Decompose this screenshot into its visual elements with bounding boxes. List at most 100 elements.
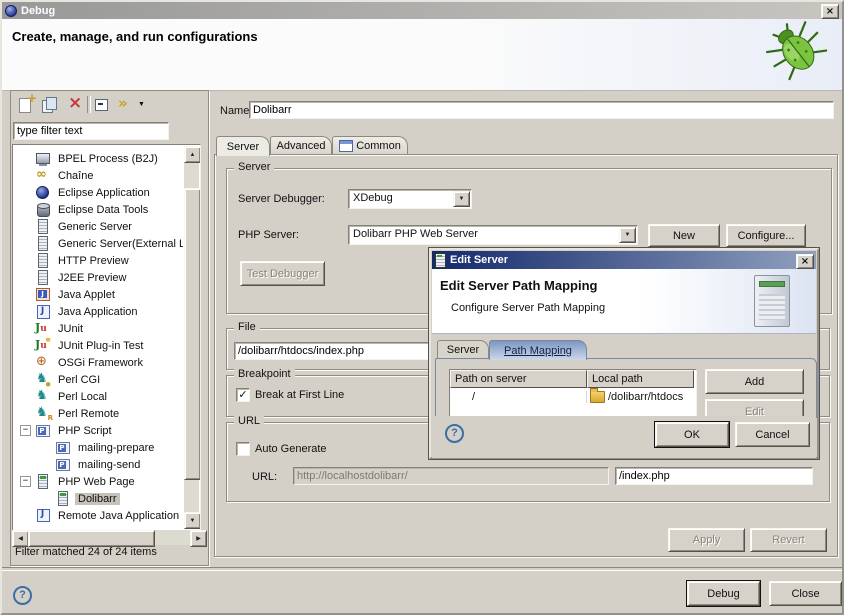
close-icon[interactable]: ×	[821, 4, 839, 19]
chevron-down-icon[interactable]: ▼	[619, 227, 636, 243]
toolbar-separator	[87, 96, 91, 113]
delete-launch-config-icon[interactable]	[64, 96, 84, 114]
collapse-all-icon[interactable]	[92, 96, 112, 114]
eclipse-icon	[35, 185, 51, 200]
url-path-input[interactable]	[615, 467, 813, 485]
dialog-help-icon[interactable]: ?	[445, 424, 464, 443]
path-on-server-cell: /	[450, 391, 587, 403]
dialog-subheading: Configure Server Path Mapping	[451, 302, 605, 314]
server-debugger-select[interactable]: XDebug ▼	[348, 189, 472, 209]
tree-item[interactable]: JUnit	[13, 320, 183, 337]
perl-cgi-icon	[35, 372, 51, 387]
scroll-up-icon[interactable]: ▲	[184, 146, 201, 163]
tree-item[interactable]: J2EE Preview	[13, 269, 183, 286]
tree-item-label: Java Application	[55, 306, 141, 318]
name-label: Name:	[220, 105, 252, 117]
tree-expander-icon[interactable]: −	[20, 476, 31, 487]
help-icon[interactable]: ?	[13, 586, 32, 605]
tree-item[interactable]: Perl Local	[13, 388, 183, 405]
tree-item[interactable]: Java Application	[13, 303, 183, 320]
debug-button[interactable]: Debug	[687, 581, 760, 606]
close-button[interactable]: Close	[769, 581, 842, 606]
menu-caret-icon[interactable]	[135, 96, 155, 114]
tree-item[interactable]: mailing-prepare	[13, 439, 183, 456]
scroll-thumb[interactable]	[184, 188, 201, 480]
url-base-input	[293, 467, 609, 485]
page-title: Create, manage, and run configurations	[12, 29, 258, 44]
revert-button[interactable]: Revert	[750, 528, 827, 552]
dialog-tab-path-mapping[interactable]: Path Mapping	[489, 340, 587, 360]
tree-item[interactable]: Dolibarr	[13, 490, 183, 507]
filter-input[interactable]	[13, 122, 169, 140]
tree-item[interactable]: Chaîne	[13, 167, 183, 184]
mapping-table-header: Path on server Local path	[450, 370, 696, 388]
tree-item-label: OSGi Framework	[55, 357, 146, 369]
mapping-table-body: / /dolibarr/htdocs	[450, 388, 696, 406]
tree-item[interactable]: Remote Java Application	[13, 507, 183, 524]
tree-expander-icon[interactable]: −	[20, 425, 31, 436]
new-launch-config-icon[interactable]	[16, 96, 36, 114]
auto-generate-label: Auto Generate	[255, 443, 327, 455]
cancel-button[interactable]: Cancel	[735, 422, 810, 447]
test-debugger-button[interactable]: Test Debugger	[240, 261, 325, 286]
duplicate-launch-config-icon[interactable]	[40, 96, 60, 114]
tree-item[interactable]: −PHP Script	[13, 422, 183, 439]
tab-advanced[interactable]: Advanced	[270, 136, 332, 155]
tree-item[interactable]: Perl Remote	[13, 405, 183, 422]
tree-item[interactable]: Eclipse Application	[13, 184, 183, 201]
server-tower-icon	[754, 275, 790, 327]
tree-item[interactable]: −PHP Web Page	[13, 473, 183, 490]
folder-icon	[590, 391, 605, 403]
tab-server[interactable]: Server	[216, 136, 270, 156]
window-titlebar[interactable]: Debug ×	[2, 2, 842, 19]
tree-item-label: Dolibarr	[75, 493, 120, 505]
tree-item-label: Generic Server	[55, 221, 135, 233]
tree-item[interactable]: BPEL Process (B2J)	[13, 150, 183, 167]
auto-generate-checkbox[interactable]	[236, 442, 250, 456]
config-tree: BPEL Process (B2J)ChaîneEclipse Applicat…	[13, 145, 183, 524]
column-path-on-server[interactable]: Path on server	[450, 370, 587, 388]
tree-item[interactable]: HTTP Preview	[13, 252, 183, 269]
tree-horizontal-scrollbar[interactable]: ◀ ▶	[12, 530, 207, 545]
dialog-close-icon[interactable]: ×	[796, 254, 814, 269]
php-server-select[interactable]: Dolibarr PHP Web Server ▼	[348, 225, 638, 245]
break-first-line-checkbox[interactable]: ✓	[236, 388, 250, 402]
tree-item[interactable]: JUnit Plug-in Test	[13, 337, 183, 354]
tree-item[interactable]: Generic Server(External La	[13, 235, 183, 252]
tree-item[interactable]: Generic Server	[13, 218, 183, 235]
tree-item[interactable]: Perl CGI	[13, 371, 183, 388]
perl-icon	[35, 389, 51, 404]
eclipse-icon	[5, 5, 17, 17]
mapping-row[interactable]: / /dolibarr/htdocs	[450, 388, 696, 406]
php-icon	[55, 457, 71, 472]
tab-common[interactable]: Common	[332, 136, 408, 155]
apply-button[interactable]: Apply	[668, 528, 745, 552]
dialog-titlebar[interactable]: Edit Server ×	[432, 251, 816, 269]
configure-server-button[interactable]: Configure...	[726, 224, 806, 247]
tree-item[interactable]: mailing-send	[13, 456, 183, 473]
tree-item-label: Generic Server(External La	[55, 238, 183, 250]
tree-item[interactable]: OSGi Framework	[13, 354, 183, 371]
chevron-down-icon[interactable]: ▼	[453, 191, 470, 207]
ok-button[interactable]: OK	[655, 422, 729, 447]
tree-item[interactable]: Java Applet	[13, 286, 183, 303]
add-mapping-button[interactable]: Add	[705, 369, 804, 394]
tree-item-label: J2EE Preview	[55, 272, 129, 284]
new-server-button[interactable]: New	[648, 224, 720, 247]
config-name-input[interactable]	[249, 101, 834, 119]
scroll-thumb[interactable]	[28, 530, 155, 547]
scroll-left-icon[interactable]: ◀	[12, 530, 29, 547]
tree-item-label: Perl CGI	[55, 374, 103, 386]
tree-vertical-scrollbar[interactable]: ▲ ▼	[184, 146, 199, 529]
scroll-down-icon[interactable]: ▼	[184, 512, 201, 529]
osgi-icon	[35, 355, 51, 370]
local-path-text: /dolibarr/htdocs	[608, 391, 683, 403]
dialog-heading: Edit Server Path Mapping	[440, 278, 597, 293]
column-local-path[interactable]: Local path	[587, 370, 694, 388]
server-debugger-label: Server Debugger:	[238, 193, 325, 205]
tree-item[interactable]: Eclipse Data Tools	[13, 201, 183, 218]
scroll-right-icon[interactable]: ▶	[190, 530, 207, 547]
remote-java-icon	[35, 508, 51, 523]
dialog-tab-server[interactable]: Server	[437, 340, 489, 359]
filter-launch-configs-icon[interactable]	[115, 96, 135, 114]
